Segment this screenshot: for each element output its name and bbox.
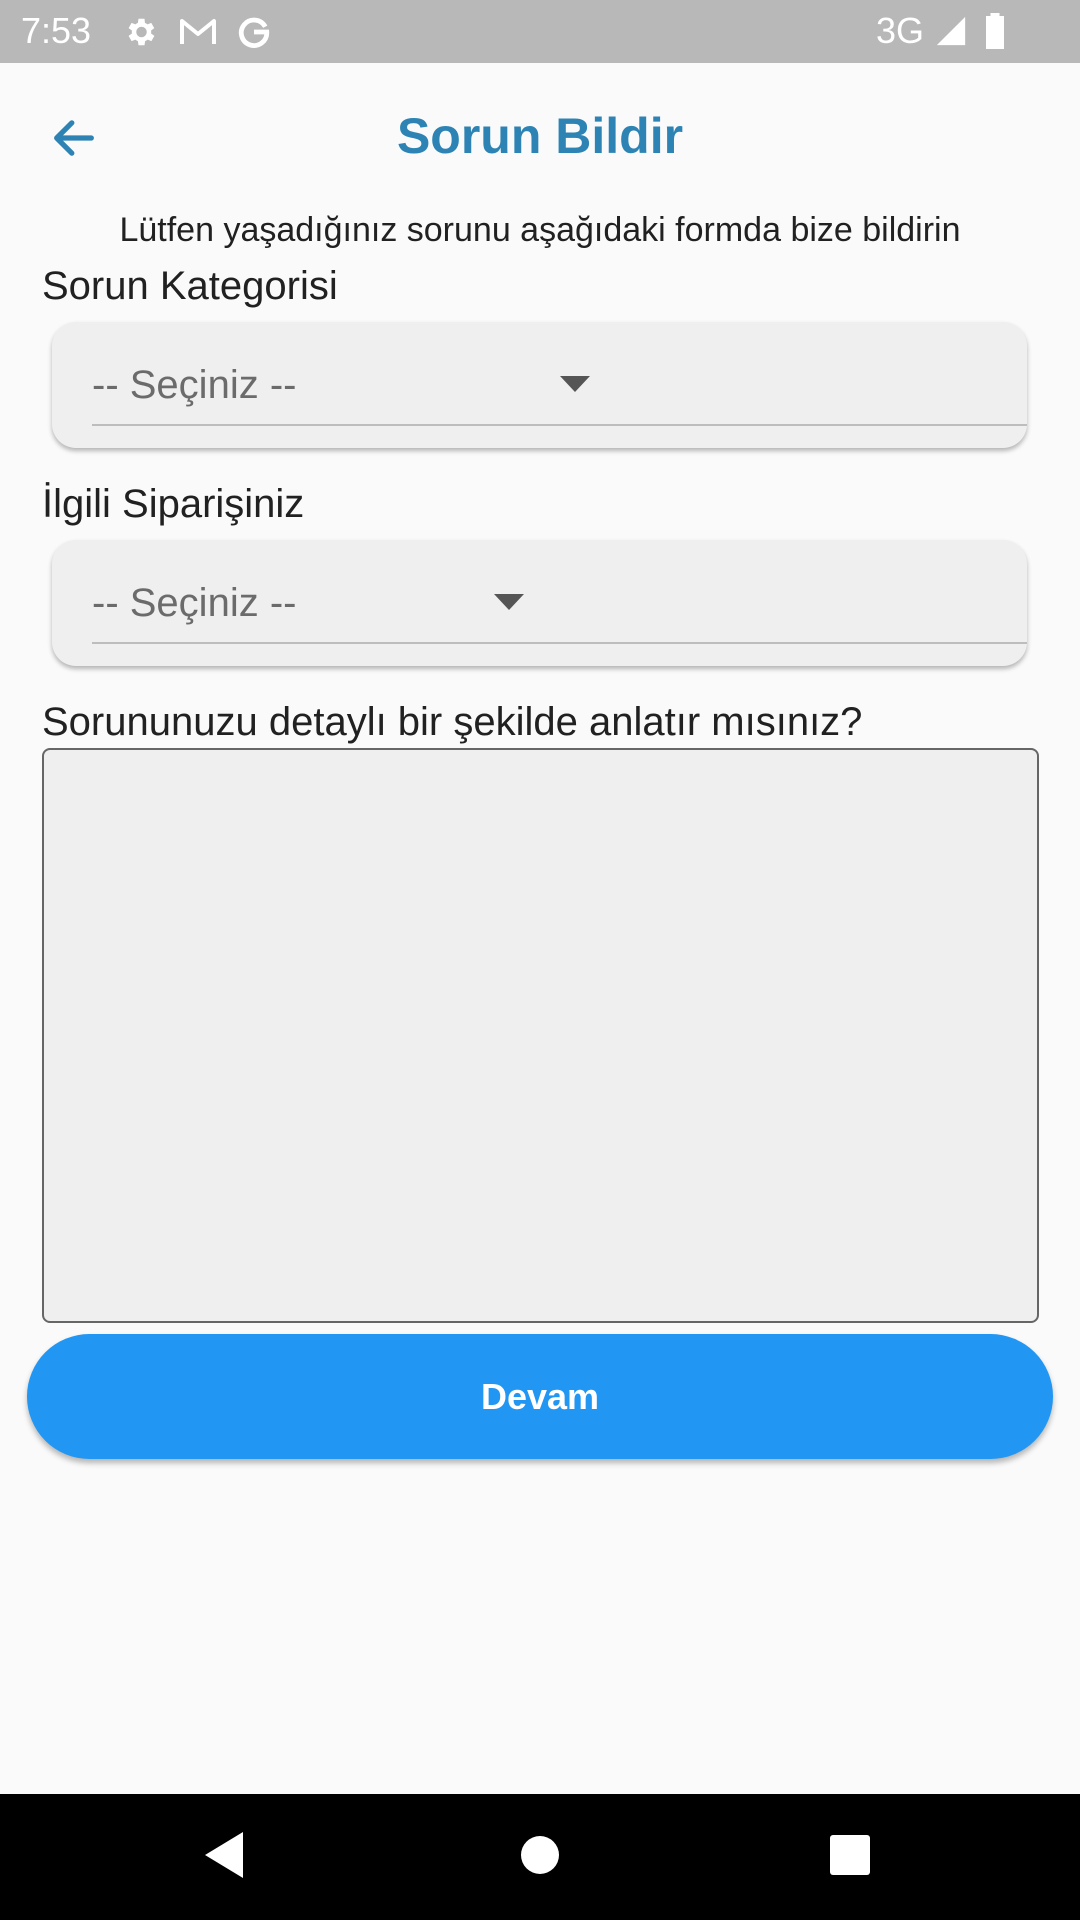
category-dropdown-value: -- Seçiniz -- [92, 363, 297, 407]
category-dropdown[interactable]: -- Seçiniz -- [52, 322, 1027, 448]
google-icon [236, 14, 272, 55]
intro-text: Lütfen yaşadığınız sorunu aşağıdaki form… [119, 211, 961, 249]
order-dropdown-underline [92, 642, 1027, 644]
nav-home-icon [520, 1835, 560, 1880]
category-label: Sorun Kategorisi [42, 264, 338, 308]
order-dropdown[interactable]: -- Seçiniz -- [52, 540, 1027, 666]
status-bar: 7:53 3G [0, 0, 1080, 63]
page-title: Sorun Bildir [396, 108, 684, 164]
caret-down-icon [494, 594, 524, 610]
nav-back-icon [205, 1831, 245, 1883]
category-dropdown-underline [92, 424, 1027, 426]
battery-icon [984, 13, 1006, 54]
caret-down-icon [560, 376, 590, 392]
navigation-bar [0, 1794, 1080, 1920]
details-textarea[interactable] [42, 748, 1039, 1323]
gmail-icon [178, 16, 218, 53]
nav-back-button[interactable] [145, 1794, 305, 1920]
network-type: 3G [876, 10, 925, 51]
signal-icon [934, 14, 968, 53]
details-label: Sorununuzu detaylı bir şekilde anlatır m… [42, 700, 863, 744]
order-dropdown-value: -- Seçiniz -- [92, 581, 297, 625]
nav-recents-icon [830, 1834, 870, 1880]
order-label: İlgili Siparişiniz [42, 482, 305, 526]
continue-button[interactable]: Devam [27, 1334, 1053, 1459]
report-problem-screen: 7:53 3G Sorun Bildir Lütfen yaşadığınız … [0, 0, 1080, 1920]
nav-home-button[interactable] [460, 1794, 620, 1920]
nav-recents-button[interactable] [770, 1794, 930, 1920]
gear-icon [122, 14, 158, 55]
status-time: 7:53 [21, 10, 92, 51]
